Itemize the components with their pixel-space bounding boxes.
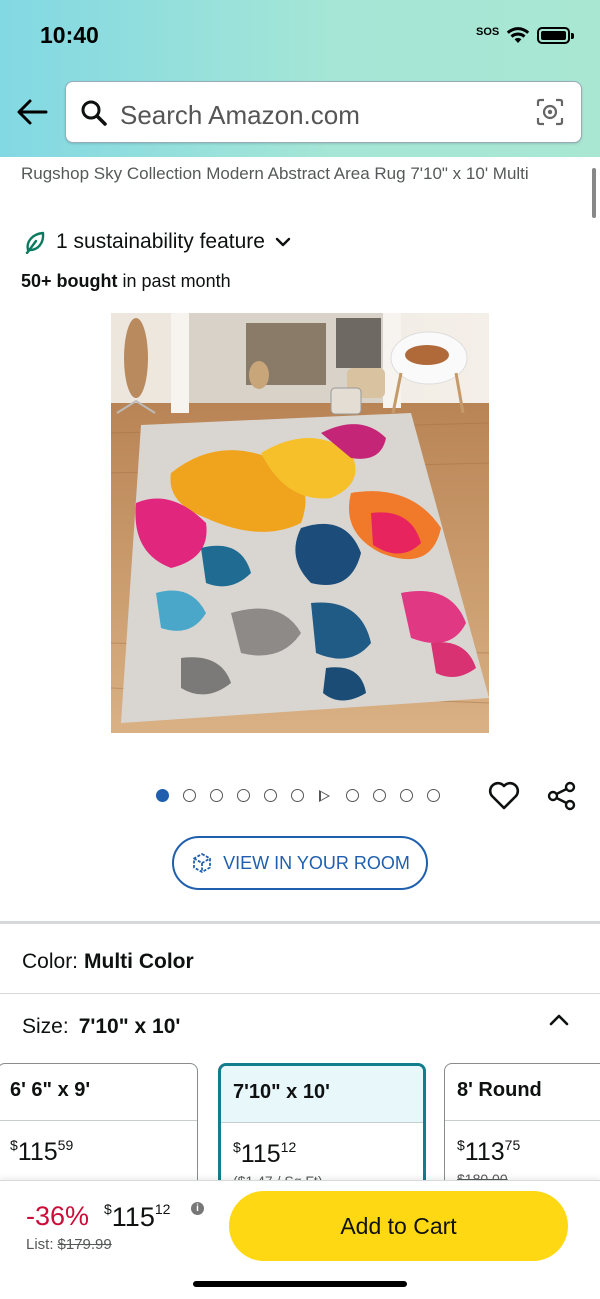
sos-indicator: SOS [476,26,500,38]
carousel-dot[interactable] [210,789,223,802]
wifi-icon [506,27,530,43]
carousel-dot-active[interactable] [156,789,169,802]
carousel-dot[interactable] [183,789,196,802]
current-price: $11512 [104,1201,171,1232]
section-divider [0,921,600,924]
carousel-dot[interactable] [346,789,359,802]
scroll-indicator [592,168,596,218]
color-value: Multi Color [84,950,194,973]
size-option-price: $11512 [233,1139,297,1168]
carousel-video-play-icon[interactable] [319,789,330,802]
chevron-down-icon [275,237,291,247]
carousel-dot[interactable] [400,789,413,802]
header: 10:40 SOS Search Amazon.com [0,0,600,157]
color-selector: Color: Multi Color [22,950,194,974]
buy-bar: -36% $11512 i List: $179.99 Add to Cart [0,1180,600,1299]
search-input[interactable]: Search Amazon.com [65,81,582,143]
size-value: 7'10" x 10' [78,1015,181,1038]
camera-search-icon[interactable] [535,97,565,127]
color-label: Color: [22,950,79,973]
divider [0,993,600,994]
size-option-name: 7'10" x 10' [221,1066,423,1123]
product-image[interactable] [111,313,489,733]
size-option-price: $11375 [457,1137,521,1166]
carousel-dot[interactable] [264,789,277,802]
size-option-price: $11559 [10,1137,74,1166]
view-in-room-button[interactable]: VIEW IN YOUR ROOM [172,836,428,890]
discount-badge: -36% [26,1201,90,1231]
list-price: List: $179.99 [26,1236,112,1253]
home-indicator [193,1281,407,1287]
carousel-dot[interactable] [291,789,304,802]
size-option-name: 8' Round [445,1064,600,1121]
product-title: Rugshop Sky Collection Modern Abstract A… [21,164,529,183]
carousel-dot[interactable] [237,789,250,802]
view-in-room-label: VIEW IN YOUR ROOM [223,852,410,873]
share-icon[interactable] [546,780,578,812]
image-carousel-dots [156,789,454,802]
battery-icon [537,27,574,44]
bought-info: 50+ bought in past month [21,271,231,292]
info-icon[interactable]: i [191,1202,204,1215]
size-option-name: 6' 6" x 9' [0,1064,197,1121]
bought-count: 50+ bought [21,271,118,291]
status-time: 10:40 [40,22,99,48]
search-placeholder: Search Amazon.com [120,100,360,130]
sustainability-label: 1 sustainability feature [56,230,265,253]
heart-icon[interactable] [488,781,520,811]
sustainability-toggle[interactable]: 1 sustainability feature [24,230,291,254]
ar-cube-icon [193,853,212,873]
size-selector[interactable]: Size: 7'10" x 10' [22,1015,180,1039]
add-to-cart-button[interactable]: Add to Cart [229,1191,568,1261]
bought-suffix: in past month [122,271,231,291]
leaf-icon [25,231,45,254]
back-arrow-icon[interactable] [16,98,48,126]
chevron-up-icon[interactable] [548,1012,570,1028]
carousel-dot[interactable] [427,789,440,802]
carousel-dot[interactable] [373,789,386,802]
size-label: Size: [22,1015,69,1038]
search-icon [81,100,107,126]
